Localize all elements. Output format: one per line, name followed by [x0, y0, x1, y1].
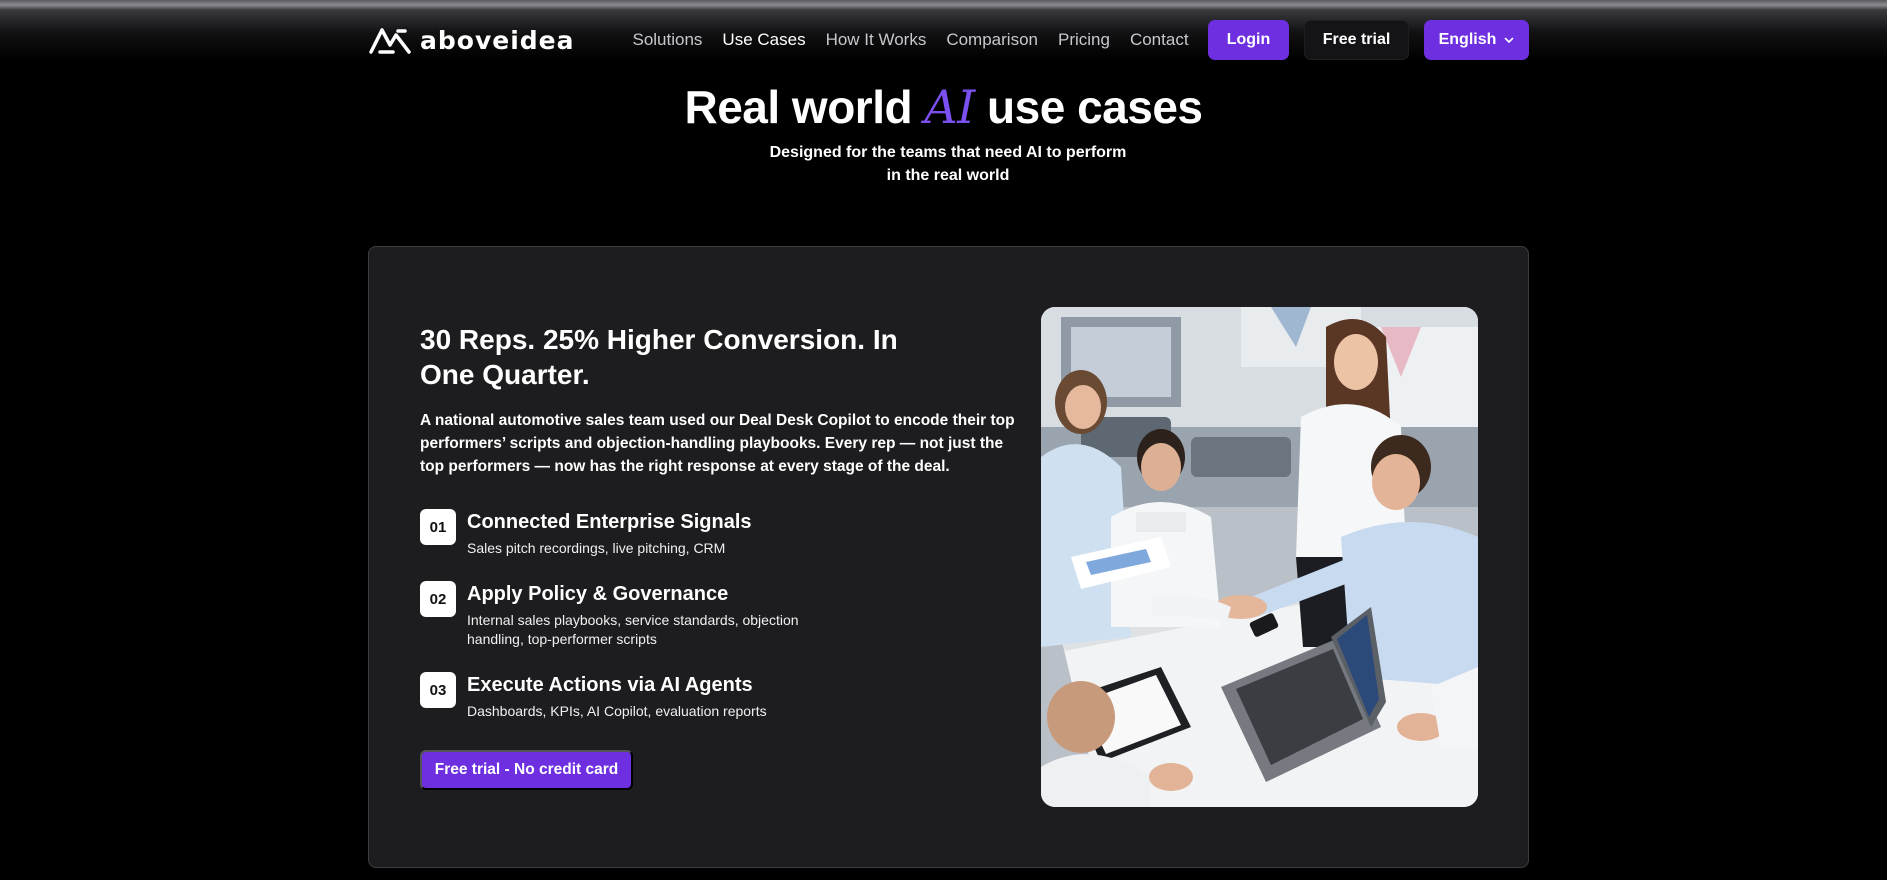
step-description: Sales pitch recordings, live pitching, C… [467, 540, 726, 556]
step-item: 03 Execute Actions via AI Agents Dashboa… [420, 672, 837, 721]
hero-title-before: Real world [684, 81, 925, 133]
step-title: Apply Policy & Governance [467, 583, 729, 605]
step-number: 03 [420, 672, 456, 708]
free-trial-button[interactable]: Free trial [1304, 20, 1409, 60]
language-label: English [1438, 31, 1497, 48]
case-description: A national automotive sales team used ou… [420, 412, 1015, 475]
step-item: 01 Connected Enterprise Signals Sales pi… [420, 509, 837, 558]
team-meeting-illustration [1041, 307, 1478, 807]
logo[interactable]: aboveidea [368, 25, 574, 55]
step-title: Connected Enterprise Signals [467, 511, 752, 533]
chevron-down-icon [1505, 37, 1514, 43]
free-trial-cta-button[interactable]: Free trial - No credit card [420, 750, 633, 790]
nav-link-comparison[interactable]: Comparison [946, 30, 1038, 50]
step-number: 01 [420, 509, 456, 545]
step-body: Apply Policy & Governance Internal sales… [467, 581, 837, 649]
case-title: 30 Reps. 25% Higher Conversion. In One Q… [420, 324, 898, 390]
brand-name: aboveidea [420, 25, 575, 55]
step-title: Execute Actions via AI Agents [467, 674, 753, 696]
page: aboveidea Solutions Use Cases How It Wor… [0, 0, 1887, 880]
hero-title-after: use cases [974, 81, 1203, 133]
use-case-card: 30 Reps. 25% Higher Conversion. In One Q… [368, 246, 1529, 868]
nav-link-solutions[interactable]: Solutions [632, 30, 702, 50]
nav-link-use-cases[interactable]: Use Cases [722, 30, 805, 50]
team-meeting-photo [1041, 307, 1478, 807]
header-actions: Login Free trial English [1208, 20, 1529, 60]
main-menu: Solutions Use Cases How It Works Compari… [632, 30, 1188, 50]
step-description: Dashboards, KPIs, AI Copilot, evaluation… [467, 703, 767, 719]
navigation: aboveidea Solutions Use Cases How It Wor… [368, 20, 1529, 60]
aboveidea-logo-icon [369, 28, 411, 54]
step-item: 02 Apply Policy & Governance Internal sa… [420, 581, 837, 649]
hero-subtitle: Designed for the teams that need AI to p… [769, 144, 1127, 184]
language-select[interactable]: English [1424, 20, 1529, 60]
hero-title: Real world AI use cases [0, 80, 1887, 134]
step-body: Connected Enterprise Signals Sales pitch… [467, 509, 837, 558]
step-number: 02 [420, 581, 456, 617]
step-body: Execute Actions via AI Agents Dashboards… [467, 672, 837, 721]
login-button[interactable]: Login [1208, 20, 1289, 60]
nav-link-contact[interactable]: Contact [1130, 30, 1189, 50]
step-description: Internal sales playbooks, service standa… [467, 612, 799, 647]
hero-title-ai: AI [924, 80, 975, 134]
nav-link-how-it-works[interactable]: How It Works [826, 30, 927, 50]
nav-link-pricing[interactable]: Pricing [1058, 30, 1110, 50]
